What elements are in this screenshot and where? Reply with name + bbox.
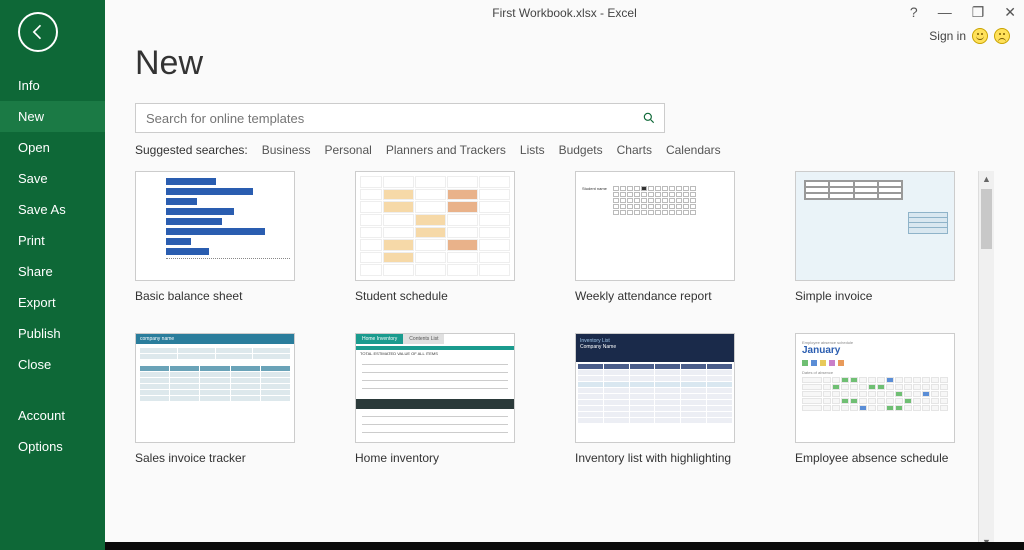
search-button[interactable] [634, 111, 664, 125]
suggested-lists[interactable]: Lists [520, 143, 545, 157]
template-thumbnail: company name [135, 333, 295, 443]
sidebar-item-account[interactable]: Account [0, 400, 105, 431]
close-button[interactable]: ✕ [1004, 4, 1016, 21]
template-search [135, 103, 665, 133]
template-thumbnail [795, 171, 955, 281]
sidebar-item-share[interactable]: Share [0, 256, 105, 287]
template-thumbnail: Employee absence schedule January Dates … [795, 333, 955, 443]
suggested-planners[interactable]: Planners and Trackers [386, 143, 506, 157]
template-thumbnail: Student name [575, 171, 735, 281]
template-label: Student schedule [355, 289, 535, 303]
search-input[interactable] [136, 111, 634, 126]
template-student-schedule[interactable]: Student schedule [355, 171, 535, 303]
sidebar-item-new[interactable]: New [0, 101, 105, 132]
sidebar-item-save-as[interactable]: Save As [0, 194, 105, 225]
backstage-sidebar: Info New Open Save Save As Print Share E… [0, 0, 105, 550]
suggested-calendars[interactable]: Calendars [666, 143, 721, 157]
template-basic-balance-sheet[interactable]: Basic balance sheet [135, 171, 315, 303]
suggested-charts[interactable]: Charts [617, 143, 652, 157]
template-label: Weekly attendance report [575, 289, 755, 303]
windows-taskbar [105, 542, 1024, 550]
suggested-business[interactable]: Business [262, 143, 311, 157]
template-label: Home inventory [355, 451, 535, 465]
vertical-scrollbar[interactable]: ▲ ▼ [978, 171, 994, 550]
template-inventory-highlighting[interactable]: Inventory ListCompany Name [575, 333, 755, 465]
template-label: Sales invoice tracker [135, 451, 315, 465]
titlebar: First Workbook.xlsx - Excel ? — ❐ ✕ [105, 0, 1024, 26]
template-simple-invoice[interactable]: Simple invoice [795, 171, 975, 303]
feedback-happy-icon[interactable] [972, 28, 988, 44]
template-thumbnail: Home InventoryContents List TOTAL ESTIMA… [355, 333, 515, 443]
template-label: Simple invoice [795, 289, 975, 303]
scroll-up-icon[interactable]: ▲ [979, 171, 994, 187]
scrollbar-thumb[interactable] [981, 189, 992, 249]
window-title: First Workbook.xlsx - Excel [492, 6, 636, 20]
suggested-personal[interactable]: Personal [324, 143, 371, 157]
template-employee-absence[interactable]: Employee absence schedule January Dates … [795, 333, 975, 465]
template-sales-invoice-tracker[interactable]: company name [135, 333, 315, 465]
sign-in-link[interactable]: Sign in [929, 29, 966, 43]
template-thumbnail [135, 171, 295, 281]
restore-button[interactable]: ❐ [972, 4, 985, 21]
template-thumbnail [355, 171, 515, 281]
template-weekly-attendance[interactable]: Student name Weekly attendance report [575, 171, 755, 303]
template-thumbnail: Inventory ListCompany Name [575, 333, 735, 443]
search-icon [642, 111, 656, 125]
help-button[interactable]: ? [910, 4, 918, 21]
sidebar-item-info[interactable]: Info [0, 70, 105, 101]
suggested-budgets[interactable]: Budgets [559, 143, 603, 157]
feedback-sad-icon[interactable] [994, 28, 1010, 44]
sidebar-item-open[interactable]: Open [0, 132, 105, 163]
template-label: Employee absence schedule [795, 451, 975, 465]
suggested-label: Suggested searches: [135, 143, 248, 157]
sidebar-item-options[interactable]: Options [0, 431, 105, 462]
suggested-searches: Suggested searches: Business Personal Pl… [135, 143, 994, 157]
arrow-left-icon [28, 22, 48, 42]
template-label: Basic balance sheet [135, 289, 315, 303]
template-home-inventory[interactable]: Home InventoryContents List TOTAL ESTIMA… [355, 333, 535, 465]
sidebar-item-save[interactable]: Save [0, 163, 105, 194]
sidebar-item-close[interactable]: Close [0, 349, 105, 380]
page-title: New [135, 44, 994, 83]
minimize-button[interactable]: — [938, 4, 952, 21]
main-panel: First Workbook.xlsx - Excel ? — ❐ ✕ Sign… [105, 0, 1024, 550]
sidebar-item-export[interactable]: Export [0, 287, 105, 318]
back-button[interactable] [18, 12, 58, 52]
sidebar-item-print[interactable]: Print [0, 225, 105, 256]
sidebar-item-publish[interactable]: Publish [0, 318, 105, 349]
template-grid: Basic balance sheet [135, 171, 978, 550]
template-label: Inventory list with highlighting [575, 451, 755, 465]
